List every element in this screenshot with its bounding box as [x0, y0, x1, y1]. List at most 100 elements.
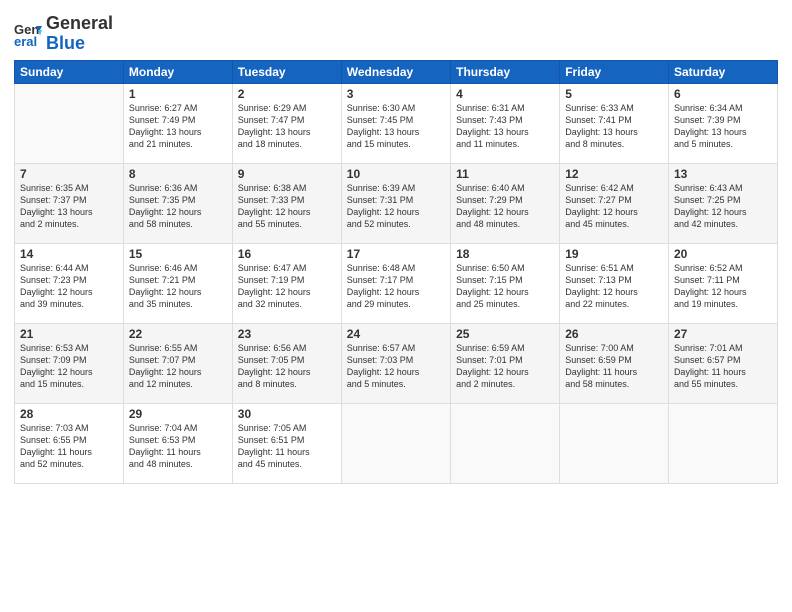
day-info: Sunrise: 6:52 AM Sunset: 7:11 PM Dayligh… — [674, 262, 772, 311]
calendar-cell: 10Sunrise: 6:39 AM Sunset: 7:31 PM Dayli… — [341, 164, 450, 244]
calendar-cell: 24Sunrise: 6:57 AM Sunset: 7:03 PM Dayli… — [341, 324, 450, 404]
day-info: Sunrise: 6:44 AM Sunset: 7:23 PM Dayligh… — [20, 262, 118, 311]
week-row-1: 1Sunrise: 6:27 AM Sunset: 7:49 PM Daylig… — [15, 84, 778, 164]
day-info: Sunrise: 6:40 AM Sunset: 7:29 PM Dayligh… — [456, 182, 554, 231]
calendar-cell — [341, 404, 450, 484]
day-info: Sunrise: 6:56 AM Sunset: 7:05 PM Dayligh… — [238, 342, 336, 391]
day-number: 21 — [20, 327, 118, 341]
calendar-cell: 13Sunrise: 6:43 AM Sunset: 7:25 PM Dayli… — [668, 164, 777, 244]
day-number: 19 — [565, 247, 663, 261]
weekday-header-sunday: Sunday — [15, 61, 124, 84]
logo-blue: Blue — [46, 33, 85, 53]
calendar-cell: 7Sunrise: 6:35 AM Sunset: 7:37 PM Daylig… — [15, 164, 124, 244]
svg-text:eral: eral — [14, 34, 37, 48]
weekday-header-saturday: Saturday — [668, 61, 777, 84]
week-row-5: 28Sunrise: 7:03 AM Sunset: 6:55 PM Dayli… — [15, 404, 778, 484]
day-info: Sunrise: 6:43 AM Sunset: 7:25 PM Dayligh… — [674, 182, 772, 231]
calendar-cell: 30Sunrise: 7:05 AM Sunset: 6:51 PM Dayli… — [232, 404, 341, 484]
day-number: 3 — [347, 87, 445, 101]
day-number: 26 — [565, 327, 663, 341]
day-info: Sunrise: 6:29 AM Sunset: 7:47 PM Dayligh… — [238, 102, 336, 151]
day-number: 13 — [674, 167, 772, 181]
calendar-cell: 19Sunrise: 6:51 AM Sunset: 7:13 PM Dayli… — [560, 244, 669, 324]
week-row-3: 14Sunrise: 6:44 AM Sunset: 7:23 PM Dayli… — [15, 244, 778, 324]
day-number: 20 — [674, 247, 772, 261]
header: Gen eral General Blue — [14, 10, 778, 54]
day-number: 1 — [129, 87, 227, 101]
calendar-cell: 9Sunrise: 6:38 AM Sunset: 7:33 PM Daylig… — [232, 164, 341, 244]
day-number: 11 — [456, 167, 554, 181]
day-number: 2 — [238, 87, 336, 101]
day-info: Sunrise: 7:04 AM Sunset: 6:53 PM Dayligh… — [129, 422, 227, 471]
calendar-cell: 29Sunrise: 7:04 AM Sunset: 6:53 PM Dayli… — [123, 404, 232, 484]
day-number: 8 — [129, 167, 227, 181]
day-info: Sunrise: 6:57 AM Sunset: 7:03 PM Dayligh… — [347, 342, 445, 391]
week-row-4: 21Sunrise: 6:53 AM Sunset: 7:09 PM Dayli… — [15, 324, 778, 404]
calendar-cell — [15, 84, 124, 164]
day-info: Sunrise: 6:47 AM Sunset: 7:19 PM Dayligh… — [238, 262, 336, 311]
calendar-cell: 15Sunrise: 6:46 AM Sunset: 7:21 PM Dayli… — [123, 244, 232, 324]
day-number: 23 — [238, 327, 336, 341]
calendar-cell: 25Sunrise: 6:59 AM Sunset: 7:01 PM Dayli… — [451, 324, 560, 404]
day-number: 14 — [20, 247, 118, 261]
calendar-cell: 21Sunrise: 6:53 AM Sunset: 7:09 PM Dayli… — [15, 324, 124, 404]
calendar-cell: 27Sunrise: 7:01 AM Sunset: 6:57 PM Dayli… — [668, 324, 777, 404]
day-number: 17 — [347, 247, 445, 261]
day-info: Sunrise: 7:00 AM Sunset: 6:59 PM Dayligh… — [565, 342, 663, 391]
day-number: 5 — [565, 87, 663, 101]
calendar-cell: 26Sunrise: 7:00 AM Sunset: 6:59 PM Dayli… — [560, 324, 669, 404]
day-number: 29 — [129, 407, 227, 421]
day-number: 10 — [347, 167, 445, 181]
day-info: Sunrise: 6:36 AM Sunset: 7:35 PM Dayligh… — [129, 182, 227, 231]
calendar-cell: 2Sunrise: 6:29 AM Sunset: 7:47 PM Daylig… — [232, 84, 341, 164]
logo-general: General — [46, 13, 113, 33]
calendar-cell: 12Sunrise: 6:42 AM Sunset: 7:27 PM Dayli… — [560, 164, 669, 244]
calendar-cell: 22Sunrise: 6:55 AM Sunset: 7:07 PM Dayli… — [123, 324, 232, 404]
day-info: Sunrise: 6:53 AM Sunset: 7:09 PM Dayligh… — [20, 342, 118, 391]
day-number: 28 — [20, 407, 118, 421]
day-number: 7 — [20, 167, 118, 181]
day-number: 18 — [456, 247, 554, 261]
week-row-2: 7Sunrise: 6:35 AM Sunset: 7:37 PM Daylig… — [15, 164, 778, 244]
day-info: Sunrise: 6:38 AM Sunset: 7:33 PM Dayligh… — [238, 182, 336, 231]
day-number: 27 — [674, 327, 772, 341]
day-number: 12 — [565, 167, 663, 181]
day-number: 9 — [238, 167, 336, 181]
calendar-cell: 11Sunrise: 6:40 AM Sunset: 7:29 PM Dayli… — [451, 164, 560, 244]
calendar-cell: 1Sunrise: 6:27 AM Sunset: 7:49 PM Daylig… — [123, 84, 232, 164]
weekday-header-row: SundayMondayTuesdayWednesdayThursdayFrid… — [15, 61, 778, 84]
day-info: Sunrise: 6:34 AM Sunset: 7:39 PM Dayligh… — [674, 102, 772, 151]
calendar-cell: 17Sunrise: 6:48 AM Sunset: 7:17 PM Dayli… — [341, 244, 450, 324]
calendar-cell: 20Sunrise: 6:52 AM Sunset: 7:11 PM Dayli… — [668, 244, 777, 324]
calendar-cell: 18Sunrise: 6:50 AM Sunset: 7:15 PM Dayli… — [451, 244, 560, 324]
logo-icon: Gen eral — [14, 20, 42, 48]
day-info: Sunrise: 6:50 AM Sunset: 7:15 PM Dayligh… — [456, 262, 554, 311]
calendar-cell: 6Sunrise: 6:34 AM Sunset: 7:39 PM Daylig… — [668, 84, 777, 164]
day-info: Sunrise: 6:59 AM Sunset: 7:01 PM Dayligh… — [456, 342, 554, 391]
weekday-header-wednesday: Wednesday — [341, 61, 450, 84]
day-info: Sunrise: 6:35 AM Sunset: 7:37 PM Dayligh… — [20, 182, 118, 231]
calendar-cell: 8Sunrise: 6:36 AM Sunset: 7:35 PM Daylig… — [123, 164, 232, 244]
day-info: Sunrise: 6:42 AM Sunset: 7:27 PM Dayligh… — [565, 182, 663, 231]
day-number: 22 — [129, 327, 227, 341]
calendar-cell: 3Sunrise: 6:30 AM Sunset: 7:45 PM Daylig… — [341, 84, 450, 164]
day-number: 25 — [456, 327, 554, 341]
weekday-header-friday: Friday — [560, 61, 669, 84]
day-info: Sunrise: 6:46 AM Sunset: 7:21 PM Dayligh… — [129, 262, 227, 311]
calendar-cell: 16Sunrise: 6:47 AM Sunset: 7:19 PM Dayli… — [232, 244, 341, 324]
logo: Gen eral General Blue — [14, 14, 113, 54]
day-info: Sunrise: 6:31 AM Sunset: 7:43 PM Dayligh… — [456, 102, 554, 151]
calendar-cell: 28Sunrise: 7:03 AM Sunset: 6:55 PM Dayli… — [15, 404, 124, 484]
day-number: 30 — [238, 407, 336, 421]
calendar-table: SundayMondayTuesdayWednesdayThursdayFrid… — [14, 60, 778, 484]
page: Gen eral General Blue SundayMondayTuesda… — [0, 0, 792, 612]
weekday-header-monday: Monday — [123, 61, 232, 84]
day-info: Sunrise: 6:33 AM Sunset: 7:41 PM Dayligh… — [565, 102, 663, 151]
day-info: Sunrise: 6:30 AM Sunset: 7:45 PM Dayligh… — [347, 102, 445, 151]
day-number: 6 — [674, 87, 772, 101]
calendar-cell: 23Sunrise: 6:56 AM Sunset: 7:05 PM Dayli… — [232, 324, 341, 404]
day-info: Sunrise: 6:27 AM Sunset: 7:49 PM Dayligh… — [129, 102, 227, 151]
day-info: Sunrise: 7:01 AM Sunset: 6:57 PM Dayligh… — [674, 342, 772, 391]
day-info: Sunrise: 7:05 AM Sunset: 6:51 PM Dayligh… — [238, 422, 336, 471]
day-number: 16 — [238, 247, 336, 261]
